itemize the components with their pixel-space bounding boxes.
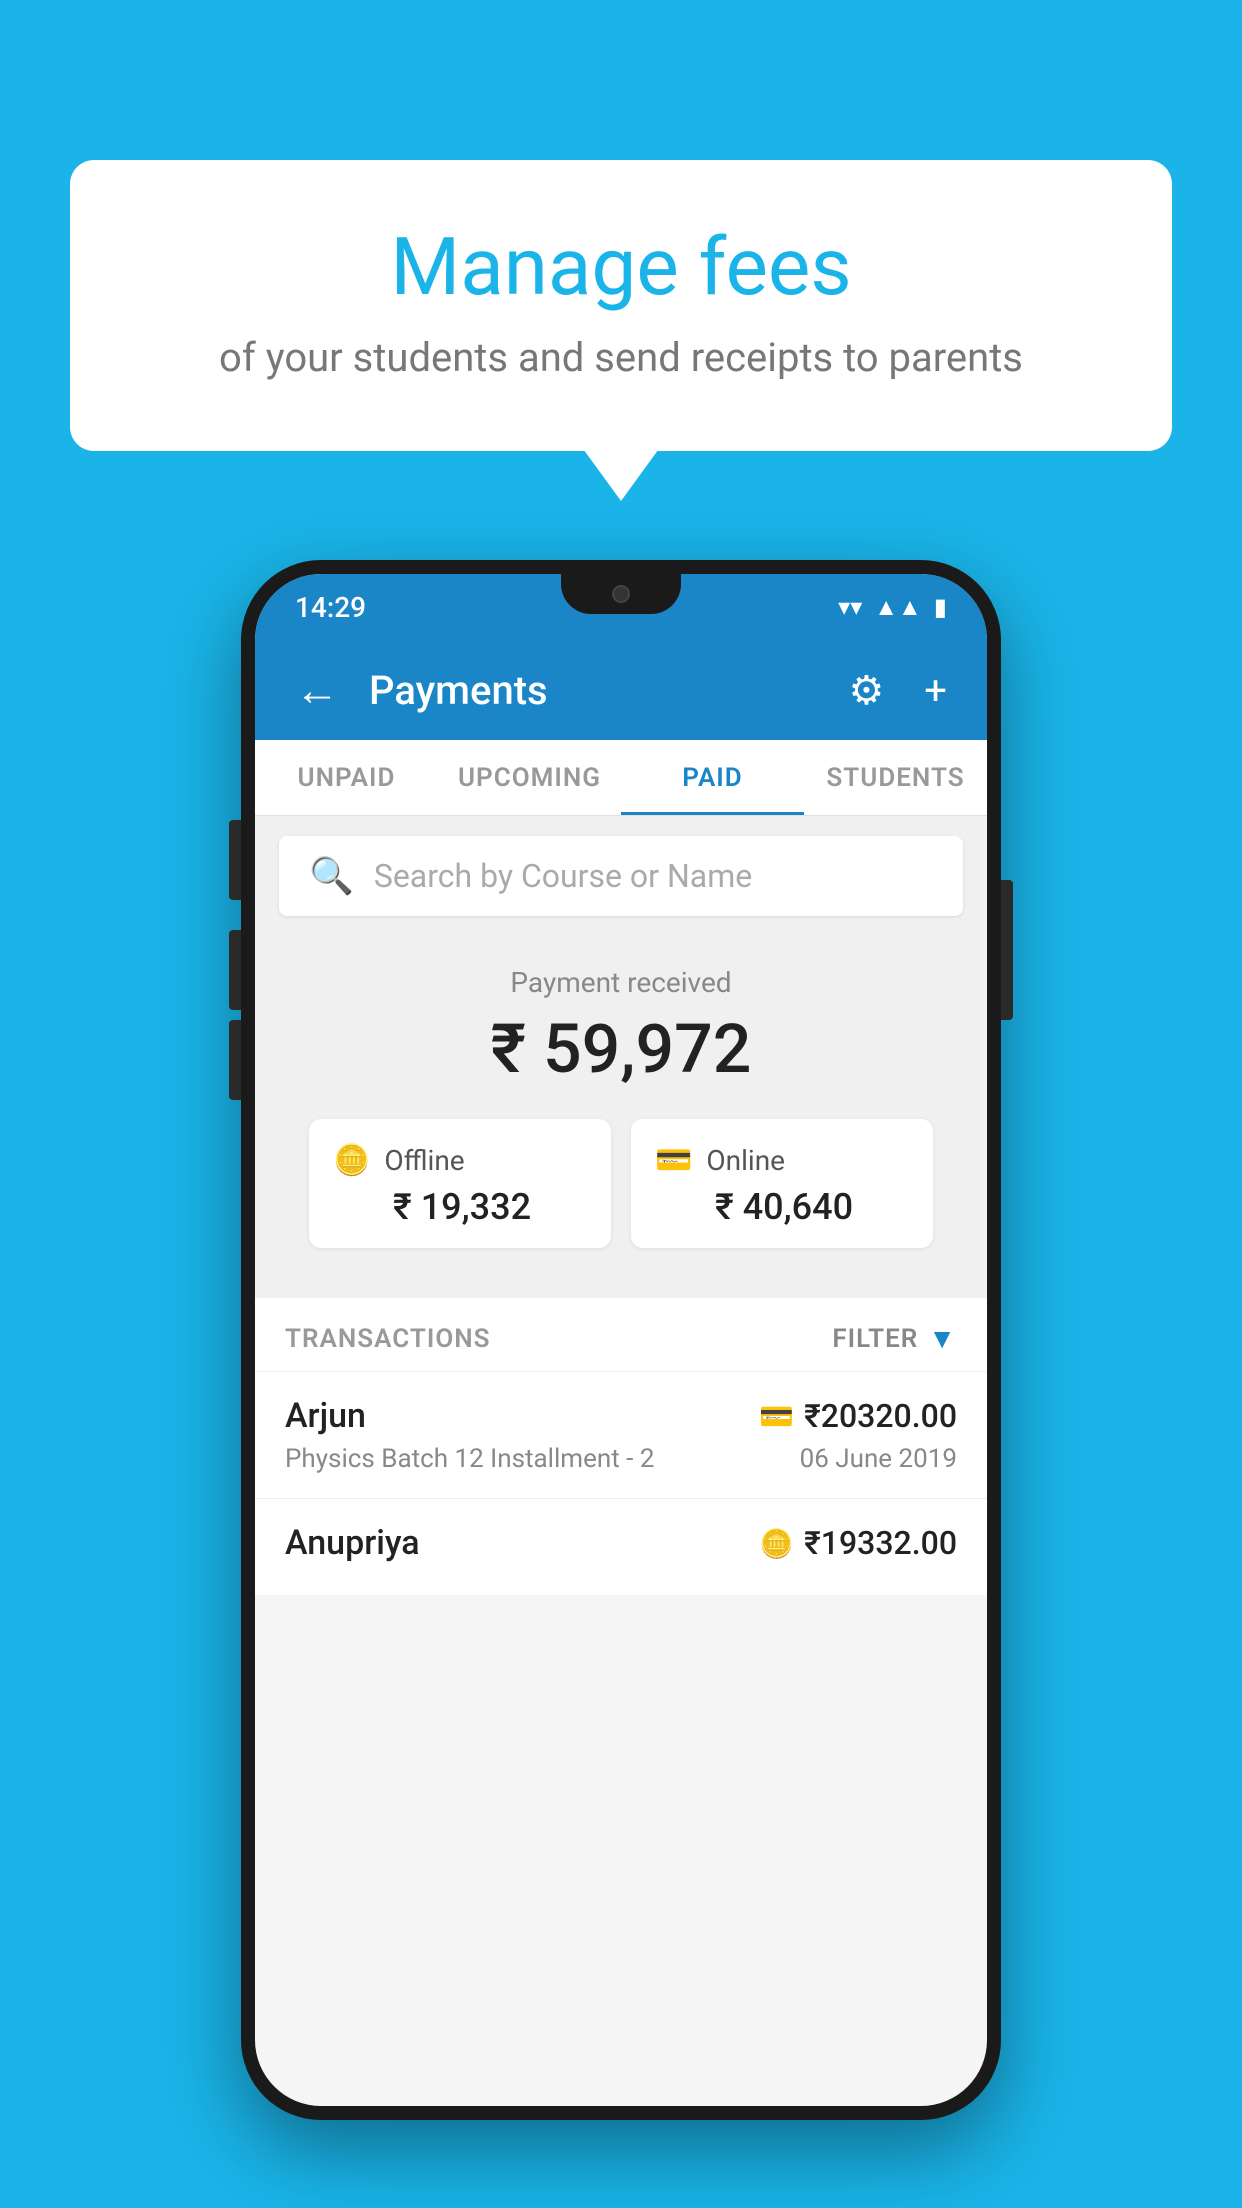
speech-bubble-container: Manage fees of your students and send re… <box>70 160 1172 451</box>
search-input[interactable]: Search by Course or Name <box>374 857 752 895</box>
phone-screen: 14:29 ▾▾ ▲▲ ▮ ← Payments ⚙ + <box>255 574 987 2106</box>
transactions-header: TRANSACTIONS FILTER ▼ <box>255 1298 987 1371</box>
transaction-amount-2: ₹19332.00 <box>804 1524 957 1562</box>
app-bar: ← Payments ⚙ + <box>255 640 987 740</box>
tab-paid[interactable]: PAID <box>621 740 804 815</box>
transaction-amount-wrap-2: 🪙 ₹19332.00 <box>759 1524 957 1562</box>
online-card-header: 💳 Online <box>655 1143 909 1178</box>
tab-upcoming[interactable]: UPCOMING <box>438 740 621 815</box>
online-card: 💳 Online ₹ 40,640 <box>631 1119 933 1248</box>
notch <box>561 574 681 614</box>
online-label: Online <box>706 1144 785 1177</box>
gear-icon[interactable]: ⚙ <box>838 657 894 724</box>
transaction-name: Arjun <box>285 1396 366 1436</box>
wifi-icon: ▾▾ <box>838 593 862 621</box>
offline-icon: 🪙 <box>333 1143 370 1178</box>
app-bar-title: Payments <box>369 667 818 714</box>
transaction-amount: ₹20320.00 <box>804 1397 957 1435</box>
transaction-course: Physics Batch 12 Installment - 2 <box>285 1444 654 1474</box>
status-icons: ▾▾ ▲▲ ▮ <box>838 593 947 622</box>
phone-container: 14:29 ▾▾ ▲▲ ▮ ← Payments ⚙ + <box>241 560 1001 2120</box>
speech-bubble-title: Manage fees <box>150 220 1092 314</box>
speech-bubble: Manage fees of your students and send re… <box>70 160 1172 451</box>
payment-received-label: Payment received <box>285 966 957 999</box>
filter-button[interactable]: FILTER ▼ <box>832 1322 957 1355</box>
transaction-top-2: Anupriya 🪙 ₹19332.00 <box>285 1523 957 1563</box>
online-payment-icon: 💳 <box>759 1400 794 1433</box>
speech-bubble-subtitle: of your students and send receipts to pa… <box>150 334 1092 381</box>
search-bar[interactable]: 🔍 Search by Course or Name <box>279 836 963 916</box>
offline-card: 🪙 Offline ₹ 19,332 <box>309 1119 611 1248</box>
offline-amount: ₹ 19,332 <box>333 1186 587 1228</box>
signal-icon: ▲▲ <box>874 593 922 622</box>
back-button[interactable]: ← <box>285 654 349 726</box>
transaction-item[interactable]: Anupriya 🪙 ₹19332.00 <box>255 1498 987 1595</box>
transaction-bottom: Physics Batch 12 Installment - 2 06 June… <box>285 1444 957 1474</box>
payment-summary: Payment received ₹ 59,972 🪙 Offline ₹ 19… <box>255 936 987 1298</box>
status-time: 14:29 <box>295 591 366 624</box>
transactions-label: TRANSACTIONS <box>285 1324 491 1354</box>
tab-unpaid[interactable]: UNPAID <box>255 740 438 815</box>
phone-outer: 14:29 ▾▾ ▲▲ ▮ ← Payments ⚙ + <box>241 560 1001 2120</box>
filter-icon: ▼ <box>928 1322 957 1355</box>
payment-cards: 🪙 Offline ₹ 19,332 💳 Online ₹ 40,640 <box>285 1119 957 1278</box>
offline-label: Offline <box>384 1144 464 1177</box>
search-container: 🔍 Search by Course or Name <box>255 816 987 936</box>
plus-icon[interactable]: + <box>914 657 957 724</box>
status-bar: 14:29 ▾▾ ▲▲ ▮ <box>255 574 987 640</box>
tab-students[interactable]: STUDENTS <box>804 740 987 815</box>
online-amount: ₹ 40,640 <box>655 1186 909 1228</box>
online-icon: 💳 <box>655 1143 692 1178</box>
offline-card-header: 🪙 Offline <box>333 1143 587 1178</box>
transaction-amount-wrap: 💳 ₹20320.00 <box>759 1397 957 1435</box>
tabs-container: UNPAID UPCOMING PAID STUDENTS <box>255 740 987 816</box>
filter-label: FILTER <box>832 1324 918 1354</box>
battery-icon: ▮ <box>934 593 947 621</box>
offline-payment-icon: 🪙 <box>759 1527 794 1560</box>
payment-amount: ₹ 59,972 <box>285 1009 957 1089</box>
search-icon: 🔍 <box>309 855 354 897</box>
transaction-name-2: Anupriya <box>285 1523 420 1563</box>
transaction-top: Arjun 💳 ₹20320.00 <box>285 1396 957 1436</box>
camera-dot <box>612 585 630 603</box>
transaction-date: 06 June 2019 <box>800 1444 957 1474</box>
app-bar-actions: ⚙ + <box>838 657 957 724</box>
transaction-item[interactable]: Arjun 💳 ₹20320.00 Physics Batch 12 Insta… <box>255 1371 987 1498</box>
